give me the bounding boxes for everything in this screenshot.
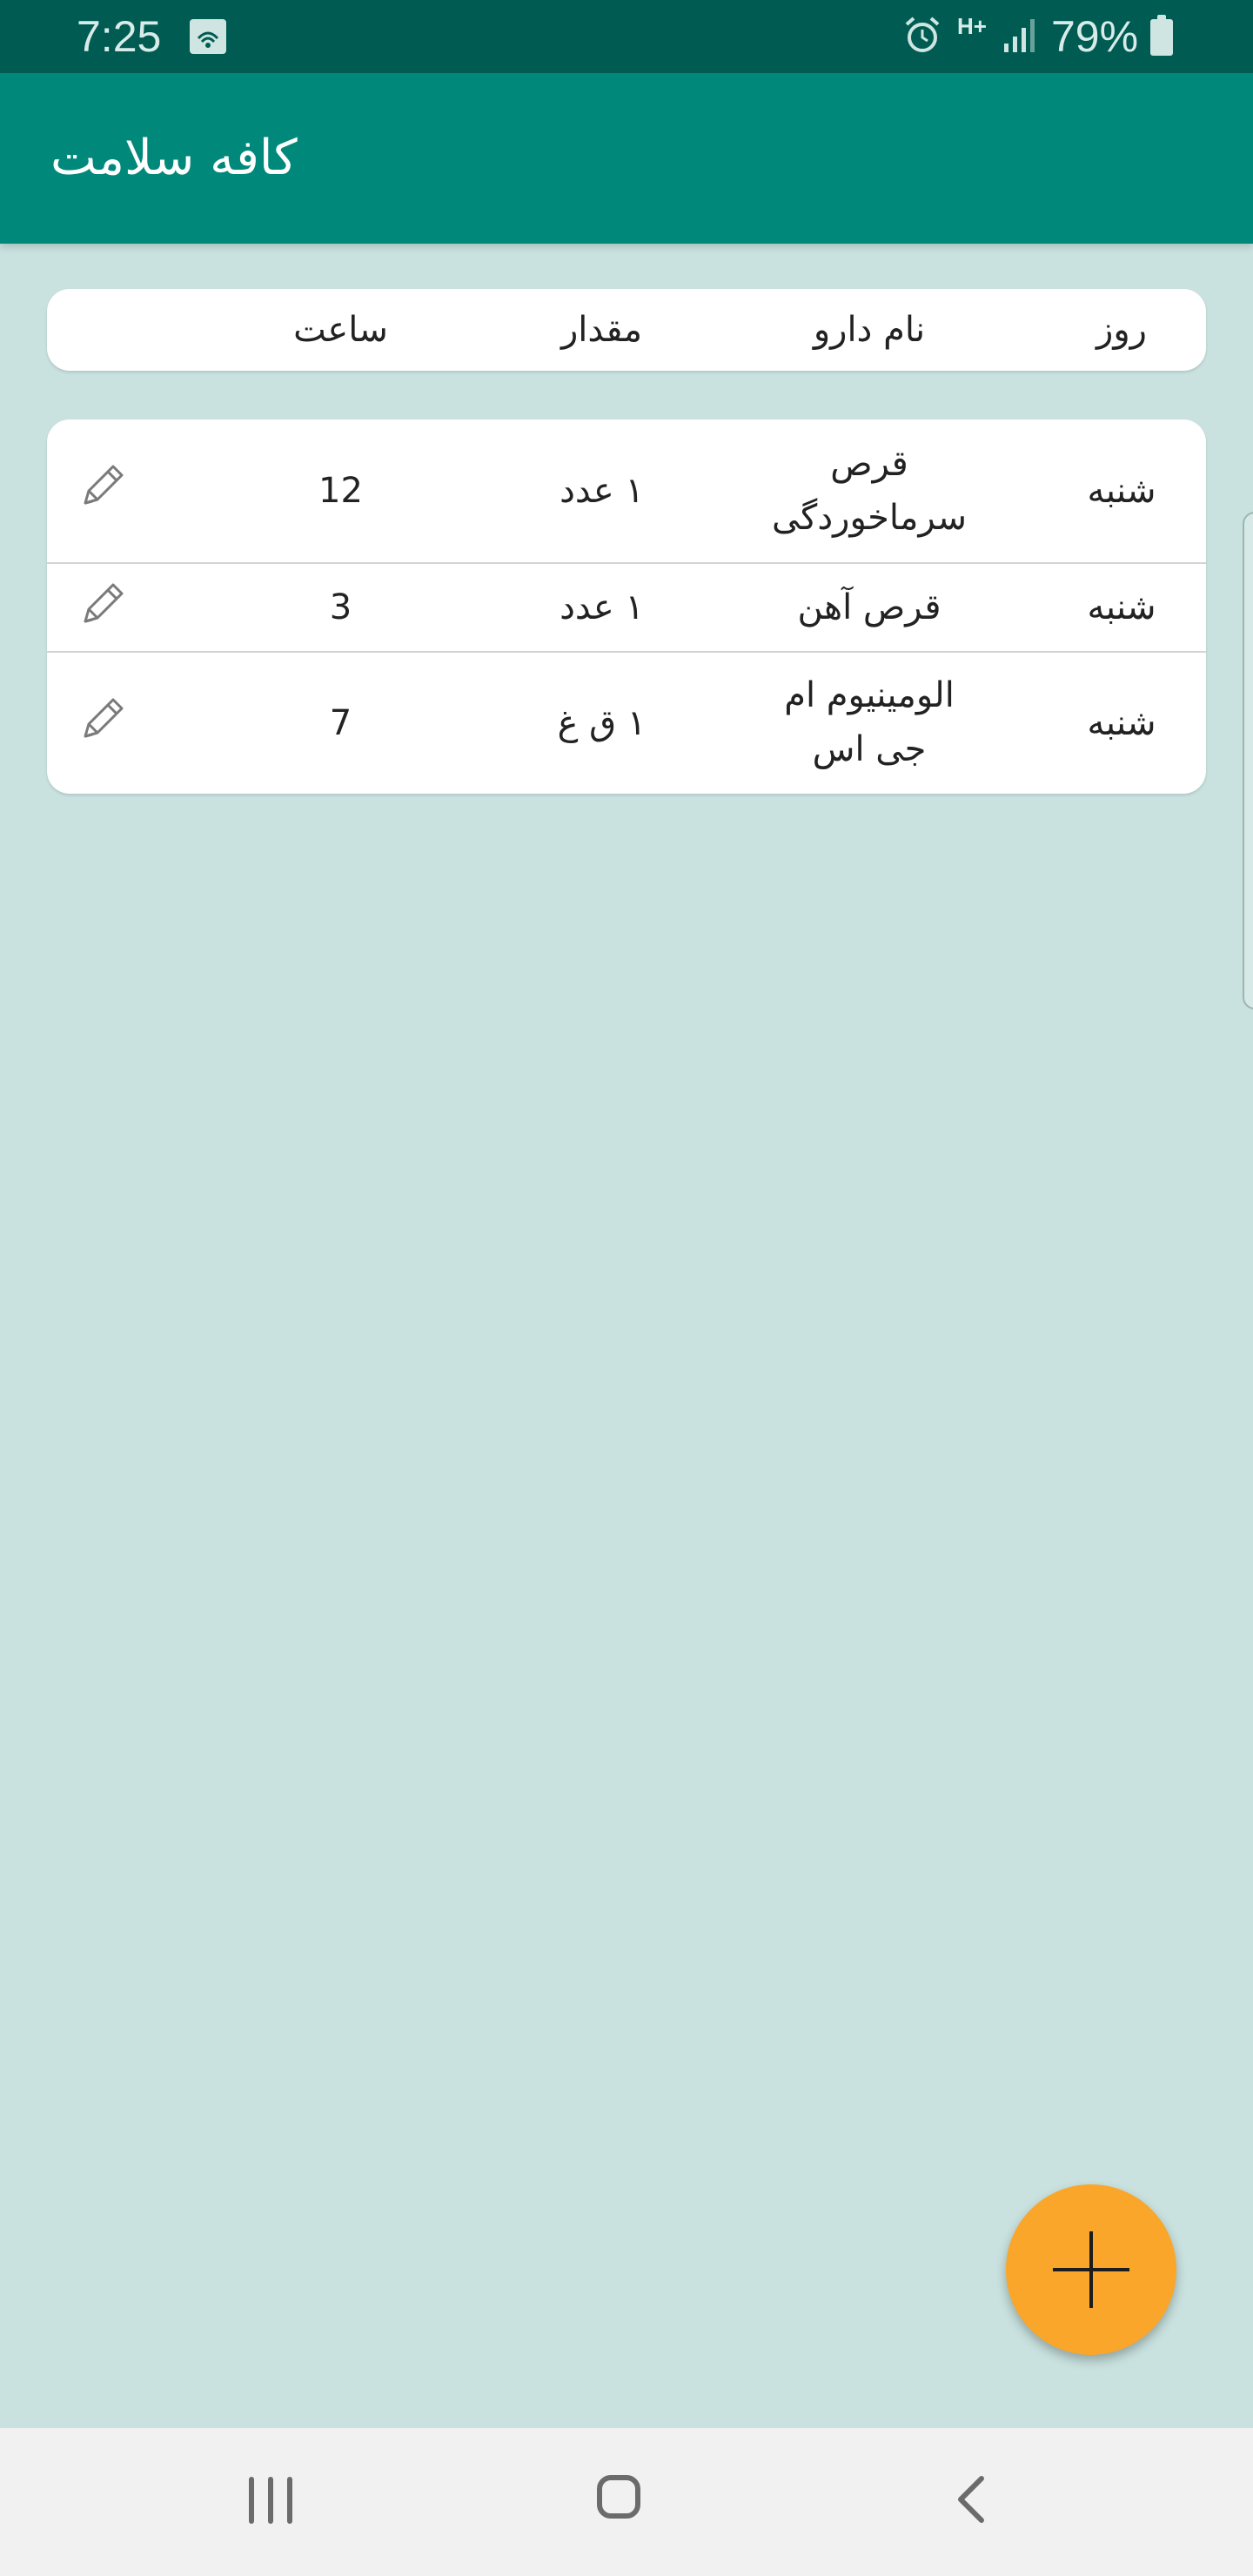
status-bar: 7:25 H+ 79% (0, 0, 1253, 73)
header-amount: مقدار (560, 310, 643, 350)
row-time: 3 (329, 587, 352, 627)
header-day: روز (1096, 310, 1147, 350)
recents-icon[interactable] (245, 2477, 298, 2524)
pencil-icon[interactable] (73, 460, 129, 515)
row-amount: ۱ عدد (559, 587, 644, 627)
row-time: 7 (329, 703, 352, 743)
row-amount: ۱ عدد (559, 471, 644, 511)
network-type-icon: H+ (957, 13, 987, 39)
row-day: شنبه (1087, 703, 1156, 743)
row-day: شنبه (1087, 587, 1156, 627)
pencil-icon[interactable] (73, 693, 129, 748)
header-drug-name: نام دارو (813, 310, 926, 350)
battery-percent: 79% (1051, 12, 1139, 61)
alarm-icon (903, 16, 941, 59)
row-amount: ۱ ق غ (557, 703, 647, 743)
signal-icon (1002, 17, 1037, 57)
header-time: ساعت (293, 310, 388, 350)
page-title: کافه سلامت (50, 130, 298, 186)
medication-list: شنبه قرص سرماخوردگی ۱ عدد 12 شنبه قرص آه… (47, 419, 1206, 794)
navigation-bar (0, 2428, 1253, 2576)
table-header: روز نام دارو مقدار ساعت (47, 289, 1206, 371)
edge-panel-handle[interactable] (1243, 512, 1253, 1010)
table-row[interactable]: شنبه قرص سرماخوردگی ۱ عدد 12 (47, 419, 1206, 562)
table-row[interactable]: شنبه قرص آهن ۱ عدد 3 (47, 564, 1206, 651)
battery-icon (1150, 15, 1173, 56)
row-day: شنبه (1087, 471, 1156, 511)
row-time: 12 (318, 471, 363, 511)
pencil-icon[interactable] (73, 578, 129, 634)
row-drug-name: قرص آهن (797, 587, 941, 627)
app-bar: کافه سلامت (0, 73, 1253, 244)
table-row[interactable]: شنبه الومینیوم ام جی اس ۱ ق غ 7 (47, 653, 1206, 794)
home-icon[interactable] (597, 2475, 640, 2519)
add-button[interactable] (1006, 2184, 1176, 2355)
back-icon[interactable] (952, 2473, 990, 2529)
row-drug-name: الومینیوم ام جی اس (784, 675, 955, 769)
wifi-hotspot-icon (190, 19, 226, 54)
row-drug-name: قرص سرماخوردگی (771, 444, 968, 538)
status-time: 7:25 (77, 12, 162, 61)
